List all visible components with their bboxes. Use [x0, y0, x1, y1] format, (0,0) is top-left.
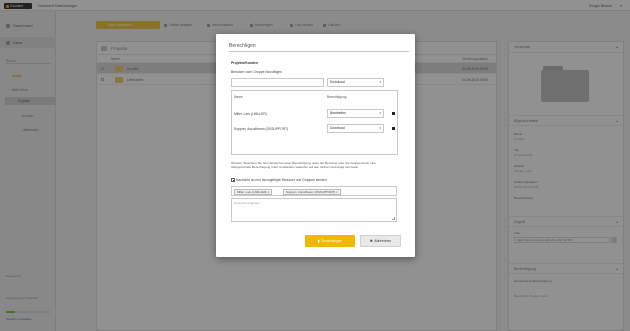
column-header-permission: Berechtigung: [327, 95, 347, 99]
notify-label: Nachricht an neu hinzugefügte Benutzer u…: [236, 178, 327, 182]
save-icon: ▮: [317, 239, 320, 243]
permission-select[interactable]: Bearbeiten ▾: [327, 109, 384, 118]
chevron-down-icon: ▾: [379, 126, 381, 130]
close-icon: ✖: [369, 239, 373, 243]
recipients-input[interactable]: Miller, Lars (LMILLER) × Support, docu4b…: [231, 186, 397, 196]
cancel-button[interactable]: ✖ Abbrechen: [360, 235, 401, 247]
resize-handle[interactable]: [392, 217, 395, 220]
permissions-table: [231, 90, 398, 155]
permission-entry-name: Miller, Lars (LMILLER): [234, 112, 267, 116]
permission-select[interactable]: Download ▾: [327, 124, 384, 133]
chevron-down-icon: ▾: [379, 80, 381, 84]
save-button[interactable]: ▮ Einstellungen: [305, 235, 355, 247]
notify-checkbox-row[interactable]: Nachricht an neu hinzugefügte Benutzer u…: [231, 178, 327, 182]
remove-icon[interactable]: [392, 127, 395, 130]
column-header-name: Name: [234, 95, 243, 99]
dialog-title: Berechtigen: [229, 43, 409, 52]
message-placeholder: Nachricht eingeben: [234, 201, 260, 205]
add-permission-select[interactable]: Download ▾: [327, 78, 384, 87]
notify-checkbox[interactable]: [231, 178, 235, 182]
message-textarea[interactable]: Nachricht eingeben: [231, 198, 397, 222]
remove-icon[interactable]: [392, 112, 395, 115]
permission-hint: Hinweis: Beachten Sie beim Entfernen ein…: [231, 161, 376, 170]
add-user-label: Benutzer oder Gruppe hinzufügen: [231, 70, 283, 74]
add-user-input[interactable]: [231, 78, 324, 87]
recipient-tag[interactable]: Miller, Lars (LMILLER) ×: [234, 188, 273, 195]
recipient-tag[interactable]: Support, docu4beam (DSSUPPORT) ×: [283, 188, 341, 195]
dialog-section-title: Projekte/Kunden: [231, 61, 258, 65]
chevron-down-icon: ▾: [379, 111, 381, 115]
permission-entry-name: Support, docu4beam (DSSUPPORT): [234, 127, 289, 131]
